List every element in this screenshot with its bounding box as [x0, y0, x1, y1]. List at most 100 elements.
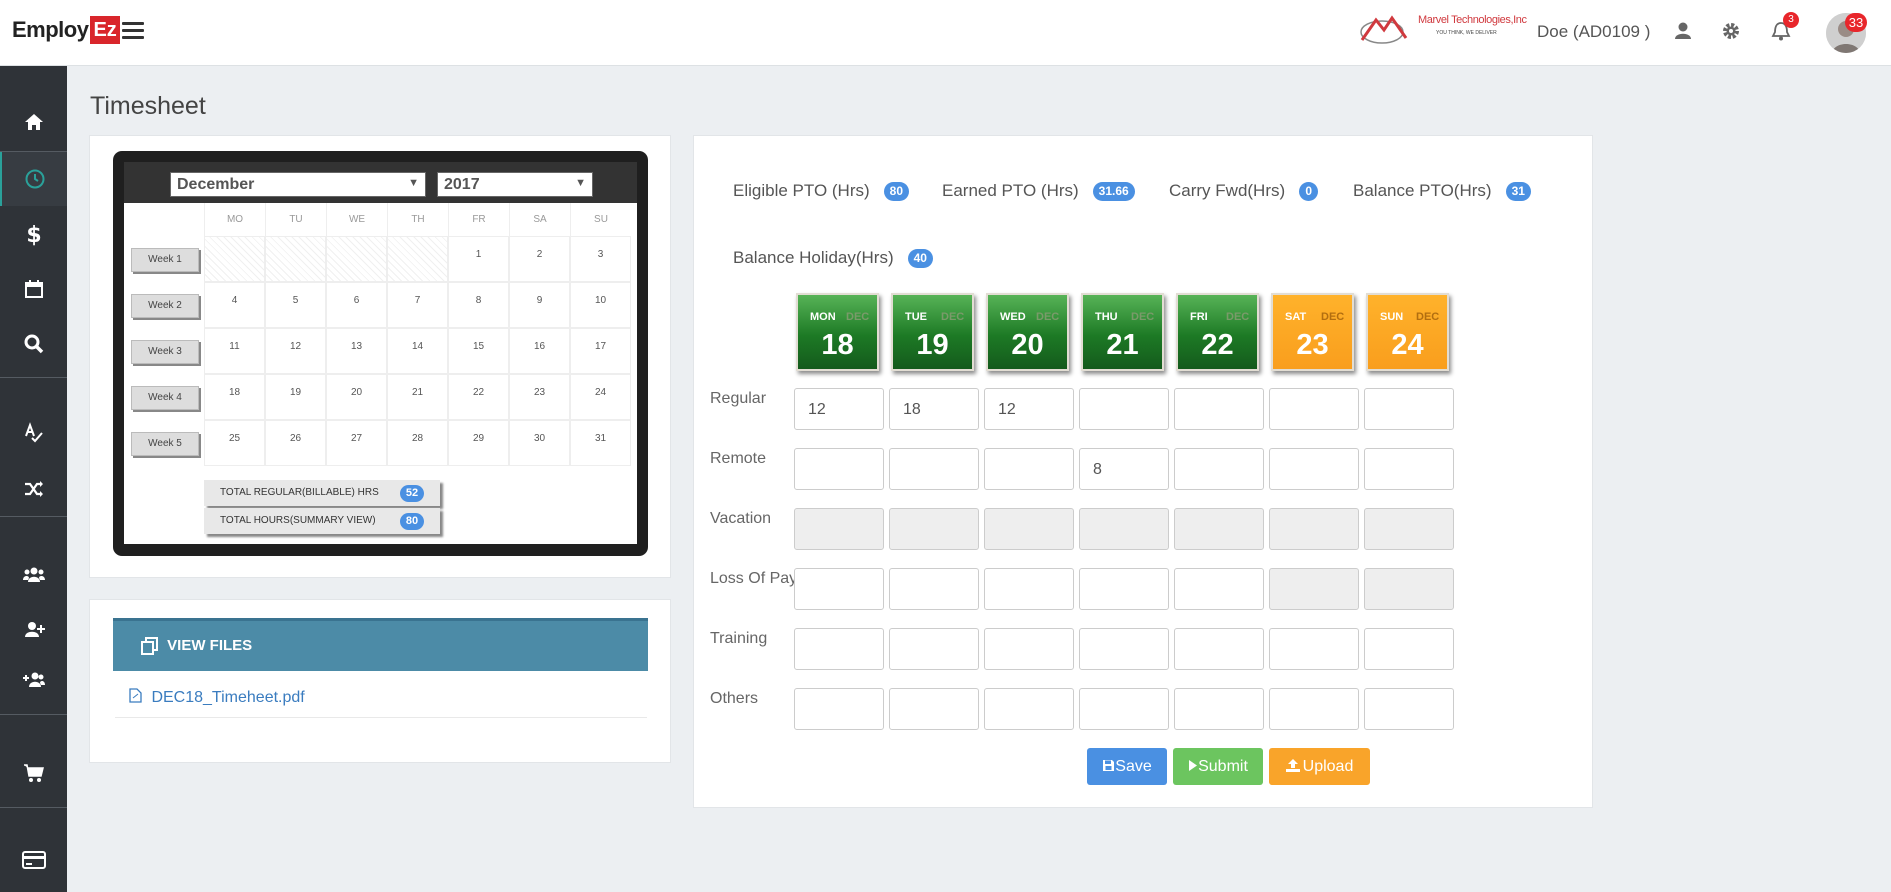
- calendar-day[interactable]: 14: [387, 328, 448, 374]
- calendar-day[interactable]: 25: [204, 420, 265, 466]
- sidebar-item-add-user[interactable]: [0, 603, 67, 657]
- week-button[interactable]: Week 4: [131, 386, 199, 410]
- calendar-day[interactable]: 15: [448, 328, 509, 374]
- month-select[interactable]: December ▼: [170, 172, 426, 197]
- week-button[interactable]: Week 3: [131, 340, 199, 364]
- hours-input[interactable]: [1079, 388, 1169, 430]
- hours-input[interactable]: [1364, 628, 1454, 670]
- calendar-day[interactable]: 31: [570, 420, 631, 466]
- hours-input[interactable]: [984, 688, 1074, 730]
- calendar-day[interactable]: 21: [387, 374, 448, 420]
- calendar-day[interactable]: 19: [265, 374, 326, 420]
- sidebar-item-calendar[interactable]: [0, 262, 67, 316]
- hours-input[interactable]: [984, 448, 1074, 490]
- hours-input[interactable]: [794, 448, 884, 490]
- hours-input[interactable]: [794, 688, 884, 730]
- calendar-day[interactable]: 12: [265, 328, 326, 374]
- calendar-day[interactable]: 23: [509, 374, 570, 420]
- hours-input[interactable]: [794, 628, 884, 670]
- calendar-day[interactable]: 30: [509, 420, 570, 466]
- calendar-day[interactable]: 11: [204, 328, 265, 374]
- week-button[interactable]: Week 2: [131, 294, 199, 318]
- day-tile[interactable]: FRI DEC 22: [1176, 293, 1259, 371]
- hours-input[interactable]: [1079, 688, 1169, 730]
- sidebar-item-users[interactable]: [0, 548, 67, 602]
- calendar-day[interactable]: 24: [570, 374, 631, 420]
- day-tile[interactable]: TUE DEC 19: [891, 293, 974, 371]
- calendar-day[interactable]: 10: [570, 282, 631, 328]
- hours-input[interactable]: [984, 568, 1074, 610]
- hours-input[interactable]: 12: [794, 388, 884, 430]
- hours-input[interactable]: [1269, 448, 1359, 490]
- sidebar-item-spellcheck[interactable]: [0, 406, 67, 460]
- calendar-day[interactable]: 27: [326, 420, 387, 466]
- sidebar-item-billing[interactable]: [0, 833, 67, 887]
- upload-button[interactable]: Upload: [1269, 748, 1370, 785]
- hours-input[interactable]: [984, 628, 1074, 670]
- sidebar-item-shuffle[interactable]: [0, 462, 67, 516]
- hours-input[interactable]: [889, 448, 979, 490]
- calendar-day[interactable]: 28: [387, 420, 448, 466]
- sidebar-item-search[interactable]: [0, 317, 67, 371]
- sidebar-item-add-group[interactable]: [0, 653, 67, 707]
- app-logo[interactable]: Employ Ez: [12, 16, 120, 44]
- calendar-day[interactable]: 26: [265, 420, 326, 466]
- hours-input[interactable]: [1174, 688, 1264, 730]
- view-files-header[interactable]: VIEW FILES: [113, 618, 648, 671]
- calendar-day[interactable]: 16: [509, 328, 570, 374]
- sidebar-item-cart[interactable]: [0, 746, 67, 800]
- sidebar-item-payroll[interactable]: $: [0, 207, 67, 261]
- week-button[interactable]: Week 1: [131, 248, 199, 272]
- calendar-day[interactable]: 2: [509, 236, 570, 282]
- calendar-day[interactable]: 22: [448, 374, 509, 420]
- day-tile[interactable]: SAT DEC 23: [1271, 293, 1354, 371]
- sidebar-item-home[interactable]: [0, 95, 67, 149]
- calendar-day[interactable]: 4: [204, 282, 265, 328]
- calendar-day[interactable]: 6: [326, 282, 387, 328]
- hours-input[interactable]: [794, 568, 884, 610]
- calendar-day[interactable]: 3: [570, 236, 631, 282]
- sidebar-item-timesheet[interactable]: [0, 152, 67, 206]
- calendar-day[interactable]: 13: [326, 328, 387, 374]
- hours-input[interactable]: [889, 568, 979, 610]
- calendar-day[interactable]: 1: [448, 236, 509, 282]
- calendar-day[interactable]: 8: [448, 282, 509, 328]
- hours-input[interactable]: [889, 688, 979, 730]
- day-tile[interactable]: SUN DEC 24: [1366, 293, 1449, 371]
- calendar-day[interactable]: 20: [326, 374, 387, 420]
- hours-input[interactable]: [1174, 448, 1264, 490]
- day-tile[interactable]: WED DEC 20: [986, 293, 1069, 371]
- hours-input[interactable]: 18: [889, 388, 979, 430]
- day-tile[interactable]: MON DEC 18: [796, 293, 879, 371]
- hours-input[interactable]: [1174, 388, 1264, 430]
- year-select[interactable]: 2017 ▼: [437, 172, 593, 197]
- hours-input[interactable]: [1269, 688, 1359, 730]
- hours-input[interactable]: [1364, 688, 1454, 730]
- calendar-day[interactable]: 29: [448, 420, 509, 466]
- save-button[interactable]: Save: [1087, 748, 1167, 785]
- hours-input[interactable]: [1269, 388, 1359, 430]
- user-icon[interactable]: [1672, 20, 1694, 42]
- calendar-day[interactable]: 17: [570, 328, 631, 374]
- week-button[interactable]: Week 5: [131, 432, 199, 456]
- hours-input[interactable]: [1364, 388, 1454, 430]
- hours-input[interactable]: [1174, 628, 1264, 670]
- hours-input[interactable]: [1079, 568, 1169, 610]
- calendar-day[interactable]: 7: [387, 282, 448, 328]
- calendar-day[interactable]: 9: [509, 282, 570, 328]
- calendar-day[interactable]: 5: [265, 282, 326, 328]
- file-item[interactable]: DEC18_Timeheet.pdf: [115, 680, 647, 718]
- submit-button[interactable]: Submit: [1173, 748, 1263, 785]
- user-name[interactable]: Doe (AD0109 ): [1537, 22, 1650, 42]
- hours-input[interactable]: [1079, 628, 1169, 670]
- calendar-day[interactable]: 18: [204, 374, 265, 420]
- hours-input[interactable]: [889, 628, 979, 670]
- day-tile[interactable]: THU DEC 21: [1081, 293, 1164, 371]
- hours-input[interactable]: [1174, 568, 1264, 610]
- hours-input[interactable]: [1269, 628, 1359, 670]
- hours-input[interactable]: 12: [984, 388, 1074, 430]
- hamburger-menu-icon[interactable]: [122, 22, 144, 42]
- gear-icon[interactable]: [1720, 20, 1742, 42]
- hours-input[interactable]: [1364, 448, 1454, 490]
- hours-input[interactable]: 8: [1079, 448, 1169, 490]
